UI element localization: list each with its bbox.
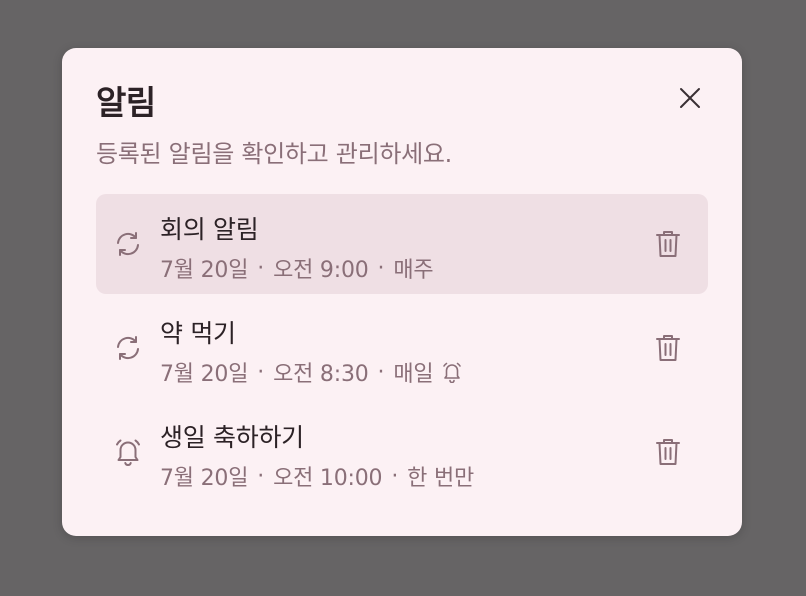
close-button[interactable] xyxy=(674,82,706,114)
dialog-subtitle: 등록된 알림을 확인하고 관리하세요. xyxy=(96,140,453,168)
separator: · xyxy=(257,463,265,489)
delete-button[interactable] xyxy=(652,434,684,470)
alarm-item-medicine[interactable]: 약 먹기 7월 20일 · 오전 8:30 · 매일 xyxy=(96,298,708,398)
repeat-icon xyxy=(112,228,144,260)
alarm-title: 약 먹기 xyxy=(160,319,236,348)
alarm-time: 오전 8:30 xyxy=(273,362,369,387)
trash-icon xyxy=(656,335,680,361)
alarm-list: 회의 알림 7월 20일 · 오전 9:00 · 매주 약 먹기 7월 20일 … xyxy=(96,194,708,506)
alarm-meta: 7월 20일 · 오전 10:00 · 한 번만 xyxy=(160,460,474,492)
separator: · xyxy=(377,255,385,281)
alarm-repeat: 매주 xyxy=(393,258,434,283)
alarm-meta: 7월 20일 · 오전 8:30 · 매일 xyxy=(160,356,463,388)
repeat-icon xyxy=(112,332,144,364)
separator: · xyxy=(257,255,265,281)
alarm-date: 7월 20일 xyxy=(160,466,249,491)
alarm-item-birthday[interactable]: 생일 축하하기 7월 20일 · 오전 10:00 · 한 번만 xyxy=(96,402,708,502)
dialog-title: 알림 xyxy=(96,83,156,122)
alarm-date: 7월 20일 xyxy=(160,362,249,387)
separator: · xyxy=(377,359,385,385)
close-icon xyxy=(680,88,700,108)
alarm-item-meeting[interactable]: 회의 알림 7월 20일 · 오전 9:00 · 매주 xyxy=(96,194,708,294)
alarm-dialog: 알림 등록된 알림을 확인하고 관리하세요. 회의 알림 7월 20일 · 오전… xyxy=(62,48,742,536)
alarm-date: 7월 20일 xyxy=(160,258,249,283)
alarm-repeat: 한 번만 xyxy=(407,466,475,491)
separator: · xyxy=(257,359,265,385)
bell-icon xyxy=(112,436,144,468)
alarm-title: 회의 알림 xyxy=(160,215,259,244)
trash-icon xyxy=(656,439,680,465)
delete-button[interactable] xyxy=(652,330,684,366)
trash-icon xyxy=(656,231,680,257)
alarm-repeat: 매일 xyxy=(393,362,434,387)
delete-button[interactable] xyxy=(652,226,684,262)
bell-icon xyxy=(441,361,463,383)
alarm-time: 오전 9:00 xyxy=(273,258,369,283)
alarm-time: 오전 10:00 xyxy=(273,466,383,491)
alarm-meta: 7월 20일 · 오전 9:00 · 매주 xyxy=(160,252,434,284)
separator: · xyxy=(391,463,399,489)
alarm-title: 생일 축하하기 xyxy=(160,423,304,452)
